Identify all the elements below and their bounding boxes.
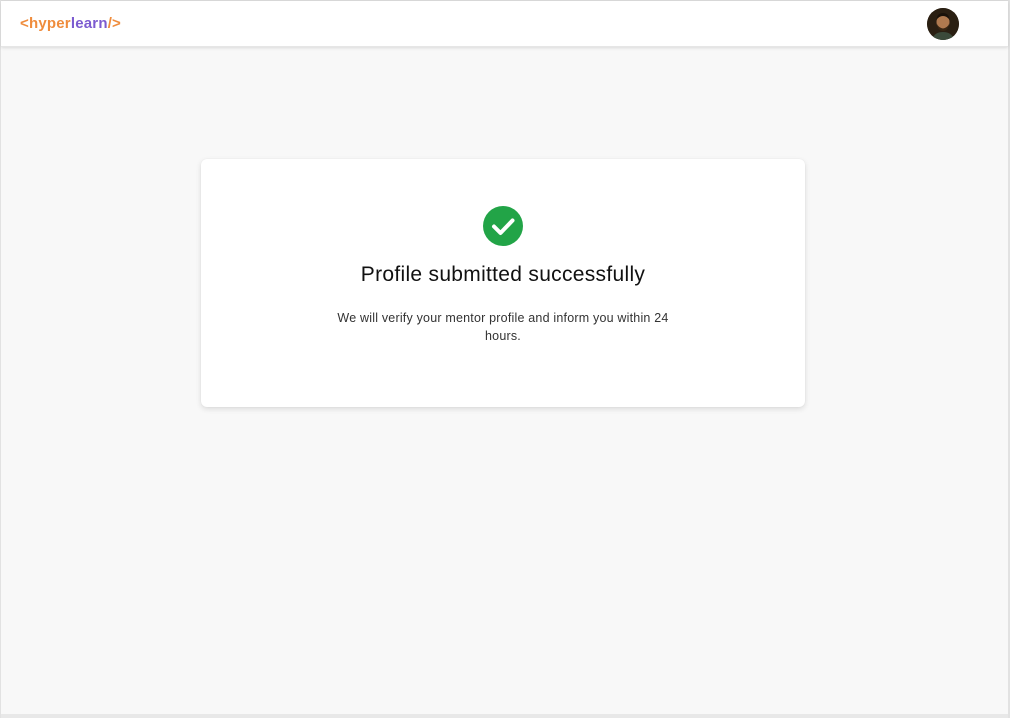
success-card: Profile submitted successfully We will v…	[201, 159, 805, 407]
success-title: Profile submitted successfully	[360, 263, 646, 286]
avatar[interactable]	[927, 8, 959, 40]
logo-text-hyper: hyper	[28, 15, 71, 32]
hyperlearn-logo[interactable]: <hyperlearn/>	[20, 15, 121, 32]
check-circle-icon	[483, 206, 523, 246]
top-navbar: <hyperlearn/>	[1, 1, 1008, 47]
logo-close-bracket: />	[107, 15, 122, 32]
avatar-portrait-icon	[927, 8, 959, 40]
app-window: <hyperlearn/> Profile submitted successf…	[0, 0, 1010, 718]
logo-text-learn: learn	[70, 15, 108, 32]
success-message: We will verify your mentor profile and i…	[337, 311, 669, 343]
logo-open-bracket: <	[20, 15, 29, 32]
bottom-border	[1, 714, 1008, 718]
